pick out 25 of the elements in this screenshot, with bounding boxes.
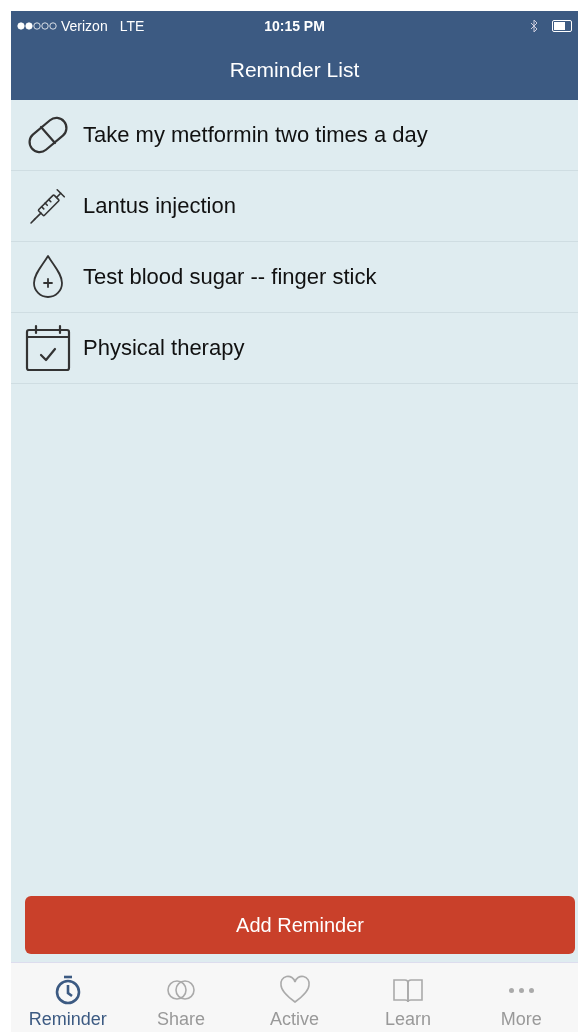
heart-icon — [277, 975, 312, 1005]
reminder-text: Take my metformin two times a day — [83, 122, 428, 148]
status-time: 10:15 PM — [264, 17, 325, 34]
tab-label: Share — [157, 1009, 206, 1030]
reminder-text: Physical therapy — [83, 335, 245, 361]
tab-label: Reminder — [28, 1009, 107, 1030]
more-dots-icon — [508, 987, 534, 993]
reminder-text: Test blood sugar -- finger stick — [83, 264, 377, 290]
calendar-check-icon — [23, 323, 73, 373]
screen-title: Reminder List — [228, 57, 361, 83]
reminder-row[interactable]: Physical therapy — [11, 313, 578, 384]
battery-icon — [552, 19, 572, 32]
tab-label: Active — [270, 1009, 320, 1030]
reminder-row[interactable]: Test blood sugar -- finger stick — [11, 242, 578, 313]
tab-label: Learn — [384, 1009, 431, 1030]
reminder-row[interactable]: Take my metformin two times a day — [11, 100, 578, 171]
tab-label: More — [500, 1009, 542, 1030]
reminder-row[interactable]: Lantus injection — [11, 171, 578, 242]
add-reminder-button[interactable]: Add Reminder — [25, 896, 575, 954]
reminder-text: Lantus injection — [83, 193, 236, 219]
network-type: LTE — [119, 17, 145, 34]
signal-icon — [17, 20, 57, 31]
tab-item[interactable]: Reminder — [11, 963, 125, 1032]
carrier-name: Verizon — [61, 17, 108, 34]
bluetooth-icon — [530, 18, 538, 33]
